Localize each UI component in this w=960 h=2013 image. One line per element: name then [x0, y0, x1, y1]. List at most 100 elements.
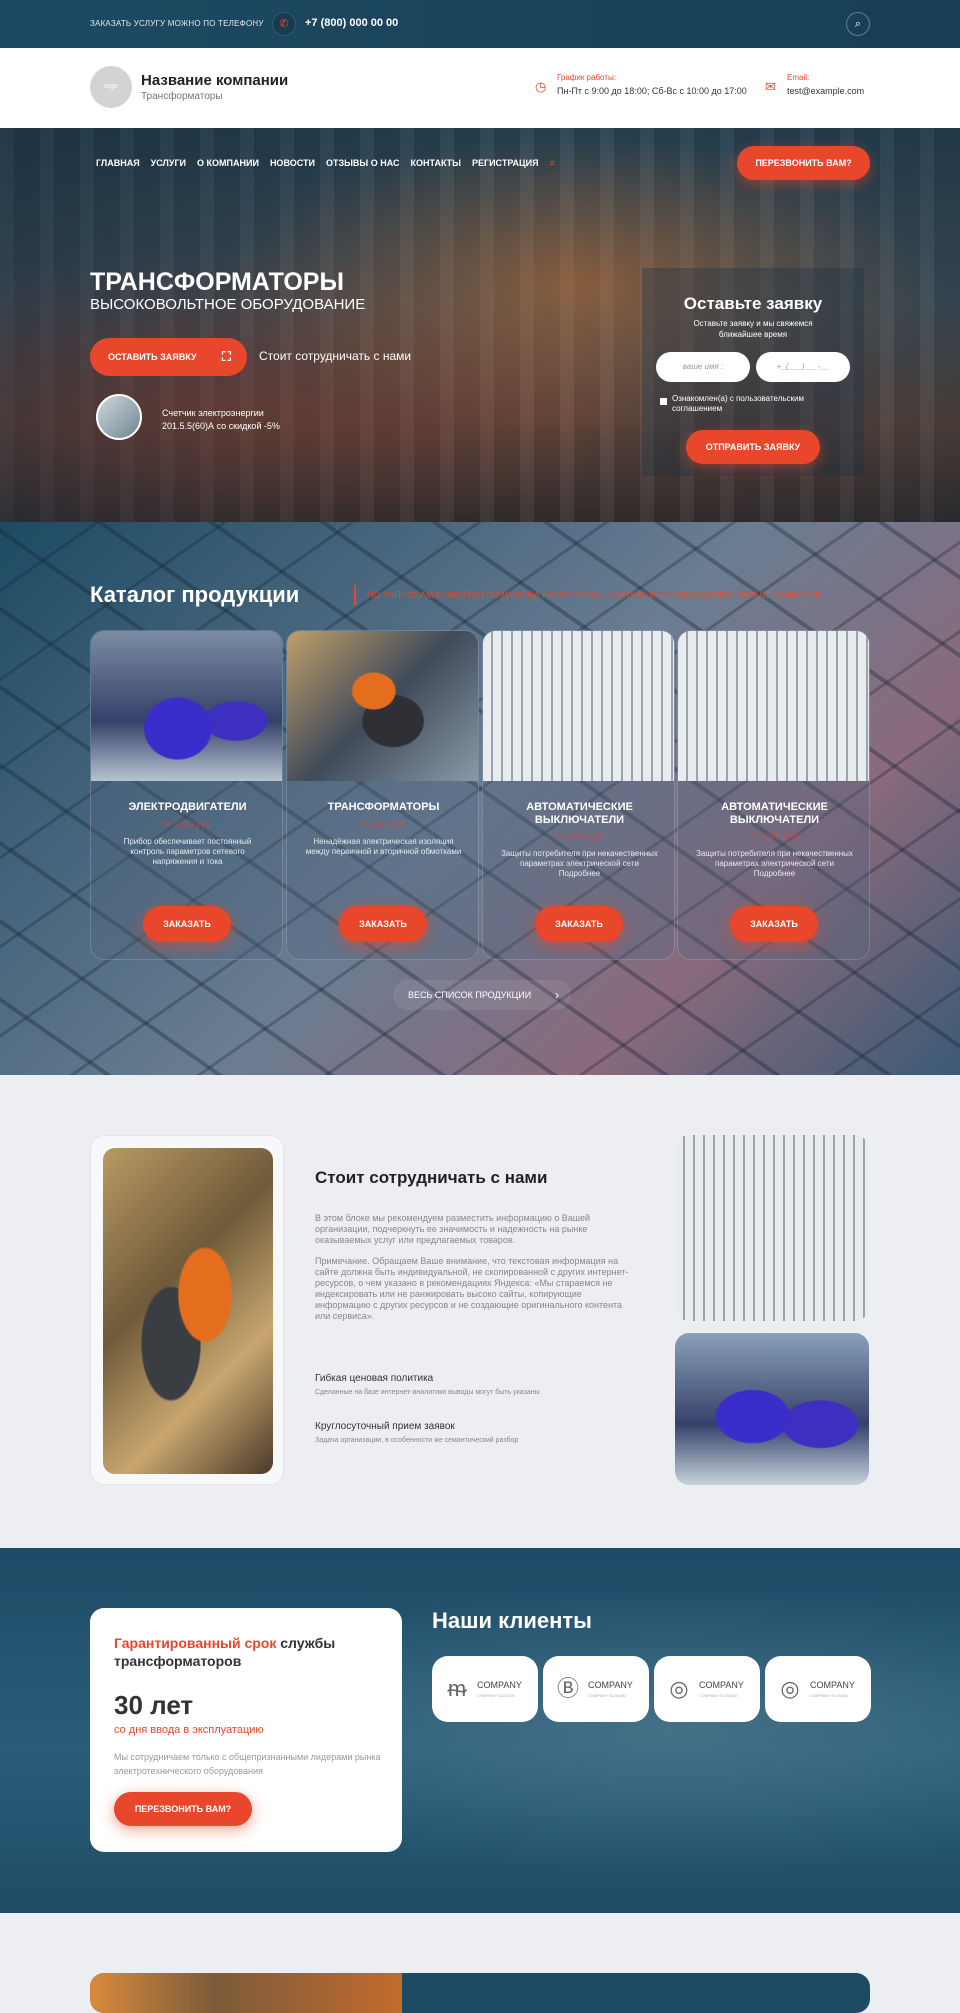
- product-price: от 1000 руб.: [161, 819, 214, 829]
- order-button[interactable]: ЗАКАЗАТЬ: [339, 906, 427, 942]
- phone-icon[interactable]: ✆: [272, 12, 296, 36]
- consent-label: Ознакомлен(а) с пользовательским соглаше…: [672, 394, 805, 413]
- product-price: от 1000 руб.: [748, 831, 801, 841]
- about-section: Стоит сотрудничать с нами В этом блоке м…: [0, 1075, 960, 1548]
- company-subtitle: Трансформаторы: [141, 91, 223, 102]
- product-card-transformers[interactable]: ТРАНСФОРМАТОРЫ от 1000 руб. Ненадёжная э…: [286, 630, 479, 960]
- feature-desc-pricing: Сделанные на базе интернет-аналитики выв…: [315, 1389, 540, 1396]
- schedule-label: График работы:: [557, 73, 616, 82]
- feature-desc-requests: Задача организации, в особенности же сем…: [315, 1437, 519, 1444]
- client-logo-2[interactable]: Ⓑ COMPANY COMPANY SLOGAN: [543, 1656, 649, 1722]
- cart-icon: ⛶: [221, 349, 231, 364]
- promo-line-1: Счетчик электроэнергии: [162, 408, 264, 418]
- nav-item-news[interactable]: НОВОСТИ: [270, 158, 315, 168]
- guarantee-title: Гарантированный срок службы трансформато…: [114, 1634, 374, 1670]
- product-name: АВТОМАТИЧЕСКИЕ ВЫКЛЮЧАТЕЛИ: [526, 801, 633, 826]
- site-header: logo Название компании Трансформаторы ◷ …: [0, 48, 960, 128]
- order-button[interactable]: ЗАКАЗАТЬ: [730, 906, 818, 942]
- about-paragraph-2: Примечание. Обращаем Ваше внимание, что …: [315, 1256, 629, 1321]
- search-icon[interactable]: ⌕: [846, 12, 870, 36]
- submit-request-button[interactable]: ОТПРАВИТЬ ЗАЯВКУ: [686, 430, 820, 464]
- name-input[interactable]: ваше имя :: [656, 352, 750, 382]
- promo-line-2: 201.5.5(60)А со скидкой -5%: [162, 421, 280, 431]
- product-name: ТРАНСФОРМАТОРЫ: [327, 801, 440, 813]
- client-tag: COMPANY SLOGAN: [477, 1693, 515, 1698]
- product-image: [91, 631, 282, 781]
- nav-item-contacts[interactable]: КОНТАКТЫ: [411, 158, 461, 168]
- company-logo[interactable]: logo: [90, 66, 132, 108]
- schedule-info: ◷ График работы: Пн-Пт с 9:00 до 18:00; …: [535, 73, 747, 96]
- client-mark-icon: ◎: [669, 1676, 689, 1701]
- clients-section: Гарантированный срок службы трансформато…: [0, 1548, 960, 1913]
- client-mark-icon: ᵯ: [447, 1676, 467, 1701]
- leave-request-label: ОСТАВИТЬ ЗАЯВКУ: [108, 352, 197, 362]
- client-logo-4[interactable]: ◎ COMPANY COMPANY SLOGAN: [765, 1656, 871, 1722]
- nav-item-register[interactable]: РЕГИСТРАЦИЯ: [472, 158, 539, 168]
- client-name: COMPANY: [588, 1680, 633, 1690]
- guarantee-card: Гарантированный срок службы трансформато…: [90, 1608, 402, 1852]
- phone-input[interactable]: +_(___)___-__: [756, 352, 850, 382]
- clients-title: Наши клиенты: [432, 1608, 592, 1633]
- product-desc: Ненадёжная электрическая изоляция между …: [305, 837, 462, 856]
- nav-item-reviews[interactable]: ОТЗЫВЫ О НАС: [326, 158, 400, 168]
- order-button[interactable]: ЗАКАЗАТЬ: [143, 906, 231, 942]
- catalog-section: Каталог продукции ПО ЗАПРОСАМ КЛИЕНТОВ В…: [0, 522, 960, 1075]
- leave-request-button[interactable]: ОСТАВИТЬ ЗАЯВКУ ⛶: [90, 338, 247, 376]
- catalog-divider: [354, 585, 356, 605]
- guarantee-since: со дня ввода в эксплуатацию: [114, 1724, 264, 1736]
- product-desc: Защиты потребителя при некачественных па…: [501, 849, 658, 878]
- feature-title-pricing: Гибкая ценовая политика: [315, 1373, 434, 1384]
- hero-subtitle: ВЫСОКОВОЛЬТНОЕ ОБОРУДОВАНИЕ: [90, 296, 366, 313]
- breakers-image: [675, 1135, 869, 1321]
- meter-thumbnail[interactable]: [96, 394, 142, 440]
- client-logo-1[interactable]: ᵯ COMPANY COMPANY SLOGAN: [432, 1656, 538, 1722]
- client-tag: COMPANY SLOGAN: [699, 1693, 737, 1698]
- next-section: [0, 1913, 960, 2013]
- about-image-frame: [90, 1135, 284, 1485]
- multimeter-image: [103, 1148, 273, 1474]
- next-section-card: [90, 1973, 870, 2013]
- top-phone-link[interactable]: +7 (800) 000 00 00: [305, 17, 398, 29]
- guarantee-desc: Мы сотрудничаем только с общепризнанными…: [114, 1752, 381, 1776]
- guarantee-title-accent: Гарантированный срок: [114, 1635, 277, 1651]
- catalog-title: Каталог продукции: [90, 582, 300, 607]
- callback-button[interactable]: ПЕРЕЗВОНИТЬ ВАМ?: [737, 146, 870, 180]
- email-link[interactable]: test@example.com: [787, 86, 864, 96]
- motors-image: [675, 1333, 869, 1485]
- consent-checkbox[interactable]: [660, 398, 667, 405]
- order-by-phone-text: ЗАКАЗАТЬ УСЛУГУ МОЖНО ПО ТЕЛЕФОНУ: [90, 19, 264, 28]
- chevron-right-icon: ›: [555, 988, 559, 1002]
- nav-item-about[interactable]: О КОМПАНИИ: [197, 158, 259, 168]
- promo-text[interactable]: Счетчик электроэнергии 201.5.5(60)А со с…: [162, 407, 280, 433]
- product-card-breakers-1[interactable]: АВТОМАТИЧЕСКИЕ ВЫКЛЮЧАТЕЛИ от 1000 руб. …: [482, 630, 675, 960]
- next-section-image: [90, 1973, 402, 2013]
- nav-item-home[interactable]: ГЛАВНАЯ: [96, 158, 140, 168]
- client-logo-3[interactable]: ◎ COMPANY COMPANY SLOGAN: [654, 1656, 760, 1722]
- callback-button-2[interactable]: ПЕРЕЗВОНИТЬ ВАМ?: [114, 1792, 252, 1826]
- product-image: [287, 631, 478, 781]
- top-bar: ЗАКАЗАТЬ УСЛУГУ МОЖНО ПО ТЕЛЕФОНУ › ✆ +7…: [0, 0, 960, 48]
- clock-icon: ◷: [535, 79, 547, 94]
- form-title: Оставьте заявку: [683, 294, 823, 313]
- feature-title-requests: Круглосуточный прием заявок: [315, 1421, 455, 1432]
- about-title: Стоит сотрудничать с нами: [315, 1168, 548, 1187]
- guarantee-years: 30 лет: [114, 1690, 194, 1720]
- catalog-note: ПО ЗАПРОСАМ КЛИЕНТОВ ВОЗМОЖНА РАЗРАБОТКА…: [367, 590, 821, 600]
- product-card-breakers-2[interactable]: АВТОМАТИЧЕСКИЕ ВЫКЛЮЧАТЕЛИ от 1000 руб. …: [677, 630, 870, 960]
- nav-item-services[interactable]: УСЛУГИ: [151, 158, 186, 168]
- product-desc: Прибор обеспечивает постоянный контроль …: [123, 837, 252, 866]
- product-price: от 1000 руб.: [553, 831, 606, 841]
- schedule-value: Пн-Пт с 9:00 до 18:00; Сб-Вс с 10:00 до …: [557, 86, 747, 96]
- all-products-button[interactable]: ВЕСЬ СПИСОК ПРОДУКЦИИ ›: [393, 980, 571, 1010]
- client-mark-icon: Ⓑ: [556, 1676, 579, 1701]
- client-name: COMPANY: [699, 1680, 744, 1690]
- order-button[interactable]: ЗАКАЗАТЬ: [535, 906, 623, 942]
- about-paragraph-1: В этом блоке мы рекомендуем разместить и…: [315, 1213, 590, 1245]
- chevron-right-icon: ›: [252, 14, 256, 28]
- product-name: АВТОМАТИЧЕСКИЕ ВЫКЛЮЧАТЕЛИ: [721, 801, 828, 826]
- menu-icon[interactable]: ≡: [550, 158, 555, 168]
- cooperate-link[interactable]: Стоит сотрудничать с нами: [259, 349, 411, 363]
- product-image: [678, 631, 869, 781]
- product-card-motors[interactable]: ЭЛЕКТРОДВИГАТЕЛИ от 1000 руб. Прибор обе…: [90, 630, 283, 960]
- hero-title: ТРАНСФОРМАТОРЫ: [90, 268, 344, 296]
